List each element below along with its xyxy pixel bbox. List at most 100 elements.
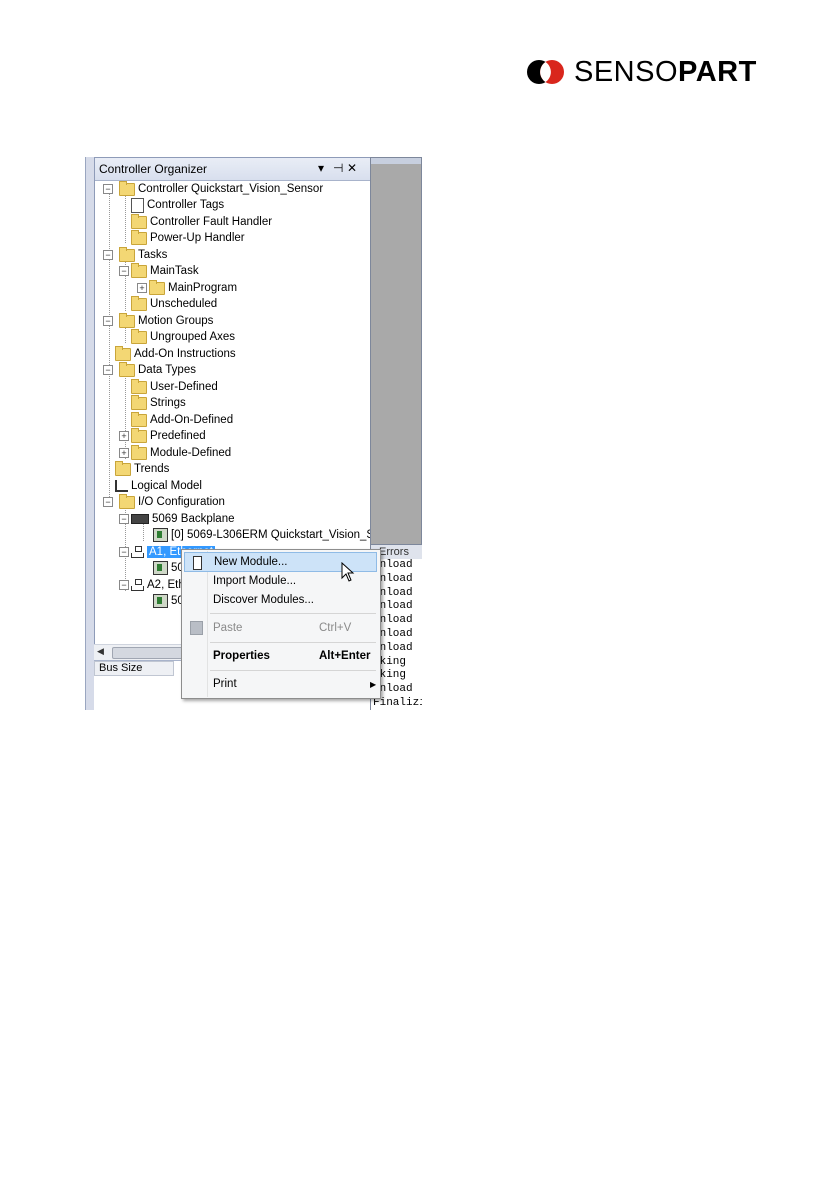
tree-item-controller-tags[interactable]: Controller Tags xyxy=(131,197,224,213)
module-icon xyxy=(153,528,168,542)
menu-item-discover-modules[interactable]: Discover Modules... xyxy=(184,590,377,610)
panel-title: Controller Organizer xyxy=(99,162,208,176)
menu-item-properties[interactable]: Properties Alt+Enter xyxy=(184,646,377,666)
panel-dropdown-icon[interactable]: ▾ xyxy=(318,161,324,175)
tree-item-addon-defined[interactable]: Add-On-Defined xyxy=(131,411,234,428)
tree-item-mainprogram[interactable]: + MainProgram xyxy=(137,279,238,296)
tree-label: 5069 Backplane xyxy=(152,513,235,525)
tree-label: Add-On-Defined xyxy=(150,414,234,426)
tree-label: Logical Model xyxy=(131,480,202,492)
tree-item-fault-handler[interactable]: Controller Fault Handler xyxy=(131,213,273,230)
tree-label: I/O Configuration xyxy=(138,496,225,508)
folder-icon xyxy=(115,460,131,476)
tree-label: Motion Groups xyxy=(138,315,214,327)
sensopart-logo: SENSOPART xyxy=(526,56,757,88)
tree-label: Tasks xyxy=(138,249,168,261)
bus-size-header: Bus Size xyxy=(94,661,174,676)
backplane-icon xyxy=(131,514,149,524)
folder-icon xyxy=(119,361,135,377)
sensopart-logo-mark xyxy=(527,60,564,84)
tree-item-backplane[interactable]: − 5069 Backplane xyxy=(119,511,234,527)
tree-item-powerup-handler[interactable]: Power-Up Handler xyxy=(131,229,245,246)
tree-item-io-configuration[interactable]: − I/O Configuration xyxy=(103,493,225,510)
tree-item-predefined[interactable]: + Predefined xyxy=(119,427,206,444)
folder-icon xyxy=(131,229,147,245)
menu-item-paste[interactable]: Paste Ctrl+V xyxy=(184,618,377,638)
folder-icon xyxy=(115,345,131,361)
network-icon xyxy=(131,546,144,558)
tree-item-tasks[interactable]: − Tasks xyxy=(103,246,168,263)
tree-item-module-defined[interactable]: + Module-Defined xyxy=(119,444,232,461)
folder-icon xyxy=(131,328,147,344)
tree-item-maintask[interactable]: − MainTask xyxy=(119,262,199,279)
datatype-folder-icon xyxy=(131,411,147,427)
tree-item-data-types[interactable]: − Data Types xyxy=(103,361,196,378)
tree-item-logical-model[interactable]: Logical Model xyxy=(115,478,202,494)
menu-item-shortcut: Alt+Enter xyxy=(319,650,371,662)
tree-label: MainProgram xyxy=(168,282,238,294)
menu-item-label: Print xyxy=(213,678,237,690)
submenu-arrow-icon: ▶ xyxy=(370,679,377,689)
new-module-icon xyxy=(193,556,202,570)
menu-item-label: Paste xyxy=(213,622,243,634)
tree-item-motion-groups[interactable]: − Motion Groups xyxy=(103,312,214,329)
tree-label: Strings xyxy=(150,397,186,409)
tree-label: User-Defined xyxy=(150,381,218,393)
tree-item-strings[interactable]: Strings xyxy=(131,394,186,411)
mouse-cursor-icon xyxy=(341,562,355,582)
datatype-folder-icon xyxy=(131,378,147,394)
tags-icon xyxy=(131,197,144,213)
menu-item-shortcut: Ctrl+V xyxy=(319,622,352,634)
folder-icon xyxy=(131,295,147,311)
menu-item-label: Properties xyxy=(213,650,270,662)
menu-item-label: Import Module... xyxy=(213,575,297,587)
tree-label: Unscheduled xyxy=(150,298,218,310)
tree-item-addon-instructions[interactable]: Add-On Instructions xyxy=(115,345,236,362)
editor-area xyxy=(370,157,422,545)
logical-model-icon xyxy=(115,480,128,492)
datatype-folder-icon xyxy=(131,444,147,460)
tree-item-trends[interactable]: Trends xyxy=(115,460,170,477)
program-icon xyxy=(149,279,165,295)
tree-label: Controller Tags xyxy=(147,199,225,211)
brand-name-part1: SENSO xyxy=(574,56,679,88)
tree-label: Data Types xyxy=(138,364,196,376)
task-icon xyxy=(131,262,147,278)
tree-item-unscheduled[interactable]: Unscheduled xyxy=(131,295,218,312)
tree-label: Trends xyxy=(134,463,170,475)
tree-label: Controller Quickstart_Vision_Sensor xyxy=(138,183,324,195)
brand-name-part2: PART xyxy=(678,56,757,88)
folder-icon xyxy=(119,180,135,196)
datatype-folder-icon xyxy=(131,427,147,443)
folder-icon xyxy=(119,312,135,328)
module-icon xyxy=(153,561,168,575)
tree-label: Power-Up Handler xyxy=(150,232,245,244)
tree-item-a2-ethernet[interactable]: − A2, Eth xyxy=(119,577,185,593)
tree-item-controller-module[interactable]: [0] 5069-L306ERM Quickstart_Vision_Sen xyxy=(153,527,387,543)
tree-item-user-defined[interactable]: User-Defined xyxy=(131,378,218,395)
folder-icon xyxy=(131,213,147,229)
tree-label: MainTask xyxy=(150,265,199,277)
menu-item-print[interactable]: Print ▶ xyxy=(184,674,377,694)
scroll-left-icon[interactable]: ◀ xyxy=(97,646,104,657)
menu-item-label: Discover Modules... xyxy=(213,594,314,606)
tree-label: Ungrouped Axes xyxy=(150,331,236,343)
tree-item-ungrouped-axes[interactable]: Ungrouped Axes xyxy=(131,328,236,345)
folder-icon xyxy=(119,493,135,509)
module-icon xyxy=(153,594,168,608)
menu-item-label: New Module... xyxy=(214,556,288,568)
tree-item-controller[interactable]: − Controller Quickstart_Vision_Sensor xyxy=(103,180,324,197)
brand-name: SENSOPART xyxy=(574,56,757,88)
datatype-folder-icon xyxy=(131,394,147,410)
pin-icon[interactable]: ⊣ xyxy=(333,161,343,175)
paste-icon xyxy=(190,621,203,635)
tree-label: Predefined xyxy=(150,430,206,442)
tree-label: Add-On Instructions xyxy=(134,348,236,360)
network-icon xyxy=(131,579,144,591)
close-icon[interactable]: ✕ xyxy=(347,161,357,175)
folder-icon xyxy=(119,246,135,262)
tree-label: A2, Eth xyxy=(147,579,185,591)
tree-label: Controller Fault Handler xyxy=(150,216,273,228)
tree-label: Module-Defined xyxy=(150,447,232,459)
tree-label: [0] 5069-L306ERM Quickstart_Vision_Sen xyxy=(171,529,387,541)
